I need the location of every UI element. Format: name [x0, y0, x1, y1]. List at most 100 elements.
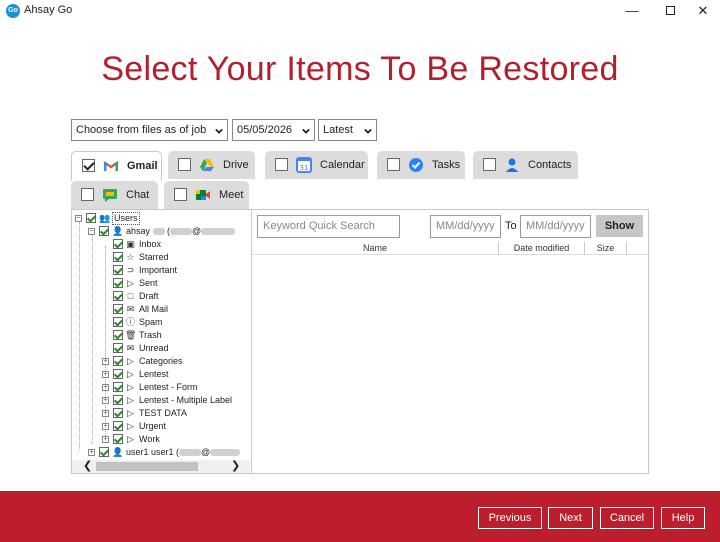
- tree-checkbox[interactable]: [113, 395, 123, 405]
- tree-label: Unread: [139, 343, 169, 353]
- tree-node-unread[interactable]: ✉ Unread: [72, 342, 251, 355]
- to-date-input[interactable]: MM/dd/yyyy: [520, 215, 591, 238]
- tab-chat-checkbox[interactable]: [81, 188, 94, 201]
- tab-chat-label: Chat: [126, 189, 150, 201]
- collapse-icon[interactable]: −: [75, 215, 82, 222]
- expand-icon[interactable]: +: [102, 410, 109, 417]
- tree-label: Lentest - Form: [139, 382, 198, 392]
- tab-tasks-checkbox[interactable]: [387, 158, 400, 171]
- tree-node-users[interactable]: − 👥 Users: [72, 212, 251, 225]
- tab-chat[interactable]: Chat: [71, 181, 158, 209]
- tree-checkbox[interactable]: [99, 226, 109, 236]
- collapse-icon[interactable]: −: [88, 228, 95, 235]
- label-icon: ▷: [127, 434, 134, 444]
- app-logo-icon: Go: [6, 4, 20, 18]
- tab-gmail[interactable]: Gmail: [71, 151, 162, 181]
- tree-label: Lentest: [139, 369, 169, 379]
- date-dropdown[interactable]: 05/05/2026: [232, 119, 315, 141]
- tree-node-inbox[interactable]: ▣ Inbox: [72, 238, 251, 251]
- previous-button[interactable]: Previous: [478, 507, 542, 529]
- expand-icon[interactable]: +: [102, 358, 109, 365]
- tab-gmail-checkbox[interactable]: [82, 159, 95, 172]
- tree-checkbox[interactable]: [113, 421, 123, 431]
- tree-checkbox[interactable]: [86, 213, 96, 223]
- tree-checkbox[interactable]: [113, 317, 123, 327]
- expand-icon[interactable]: +: [102, 384, 109, 391]
- tree-node-user[interactable]: − 👤 ahsay (@: [72, 225, 251, 238]
- tree-checkbox[interactable]: [113, 408, 123, 418]
- tree-checkbox[interactable]: [113, 330, 123, 340]
- column-header-size[interactable]: Size: [585, 242, 627, 254]
- tree-checkbox[interactable]: [113, 369, 123, 379]
- tree-checkbox[interactable]: [113, 343, 123, 353]
- tree-node-categories[interactable]: + ▷ Categories: [72, 355, 251, 368]
- tree-checkbox[interactable]: [113, 239, 123, 249]
- tree-node-work[interactable]: + ▷ Work: [72, 433, 251, 446]
- cancel-button[interactable]: Cancel: [600, 507, 654, 529]
- tree-checkbox[interactable]: [113, 291, 123, 301]
- tab-gmail-label: Gmail: [127, 160, 158, 172]
- expand-icon[interactable]: +: [102, 371, 109, 378]
- tree-checkbox[interactable]: [99, 447, 109, 457]
- tree-node-all-mail[interactable]: ✉ All Mail: [72, 303, 251, 316]
- tree-node-lentest-multiple[interactable]: + ▷ Lentest - Multiple Label: [72, 394, 251, 407]
- tab-meet[interactable]: Meet: [164, 181, 249, 209]
- tree-node-urgent[interactable]: + ▷ Urgent: [72, 420, 251, 433]
- next-button[interactable]: Next: [548, 507, 593, 529]
- scroll-thumb[interactable]: [96, 462, 198, 471]
- tree-node-spam[interactable]: ⓘ Spam: [72, 316, 251, 329]
- expand-icon[interactable]: +: [102, 423, 109, 430]
- tree-node-trash[interactable]: 🗑 Trash: [72, 329, 251, 342]
- restore-mode-dropdown[interactable]: Choose from files as of job: [71, 119, 228, 141]
- tree-checkbox[interactable]: [113, 265, 123, 275]
- show-button[interactable]: Show: [596, 215, 643, 237]
- tree-horizontal-scrollbar[interactable]: ❮ ❯: [72, 460, 250, 473]
- tab-contacts[interactable]: Contacts: [473, 151, 578, 179]
- tab-contacts-label: Contacts: [528, 159, 572, 171]
- tree-node-sent[interactable]: ▷ Sent: [72, 277, 251, 290]
- tab-meet-checkbox[interactable]: [174, 188, 187, 201]
- minimize-icon[interactable]: —: [617, 2, 647, 20]
- tab-tasks-label: Tasks: [432, 159, 461, 171]
- expand-icon[interactable]: +: [102, 397, 109, 404]
- label-icon: ▷: [127, 382, 134, 392]
- column-header-name[interactable]: Name: [252, 242, 499, 254]
- scroll-left-icon[interactable]: ❮: [83, 459, 92, 472]
- tree-node-test-data[interactable]: + ▷ TEST DATA: [72, 407, 251, 420]
- tree-checkbox[interactable]: [113, 382, 123, 392]
- tree-node-user1[interactable]: + 👤 user1 user1 (@: [72, 446, 251, 459]
- tree-node-starred[interactable]: ☆ Starred: [72, 251, 251, 264]
- tab-drive[interactable]: Drive: [168, 151, 255, 179]
- chevron-down-icon: [364, 128, 372, 134]
- tab-meet-label: Meet: [219, 189, 244, 201]
- tree-checkbox[interactable]: [113, 356, 123, 366]
- tree-checkbox[interactable]: [113, 278, 123, 288]
- keyword-search-input[interactable]: Keyword Quick Search: [257, 215, 400, 238]
- column-header-date-modified[interactable]: Date modified: [499, 242, 585, 254]
- tab-contacts-checkbox[interactable]: [483, 158, 496, 171]
- from-date-input[interactable]: MM/dd/yyyy: [430, 215, 501, 238]
- tree-node-lentest[interactable]: + ▷ Lentest: [72, 368, 251, 381]
- tab-drive-checkbox[interactable]: [178, 158, 191, 171]
- user-at: @: [201, 447, 211, 457]
- scroll-right-icon[interactable]: ❯: [231, 459, 240, 472]
- tree-node-draft[interactable]: □ Draft: [72, 290, 251, 303]
- help-button[interactable]: Help: [661, 507, 705, 529]
- maximize-icon[interactable]: [655, 2, 685, 20]
- tree-label: ahsay (@: [126, 225, 236, 238]
- tree-checkbox[interactable]: [113, 304, 123, 314]
- tab-calendar-checkbox[interactable]: [275, 158, 288, 171]
- close-icon[interactable]: ✕: [688, 2, 718, 20]
- version-dropdown[interactable]: Latest: [318, 119, 377, 141]
- expand-icon[interactable]: +: [88, 449, 95, 456]
- tree-node-lentest-form[interactable]: + ▷ Lentest - Form: [72, 381, 251, 394]
- tree-checkbox[interactable]: [113, 434, 123, 444]
- expand-icon[interactable]: +: [102, 436, 109, 443]
- redacted-text: [201, 228, 236, 236]
- tab-tasks[interactable]: Tasks: [377, 151, 465, 179]
- tree-checkbox[interactable]: [113, 252, 123, 262]
- tab-calendar[interactable]: 31 Calendar: [265, 151, 368, 179]
- folder-tree: − 👥 Users − 👤 ahsay (@ ▣ Inbox ☆ Starred: [72, 210, 252, 473]
- tree-node-important[interactable]: ⊃ Important: [72, 264, 251, 277]
- tree-label: Inbox: [139, 239, 162, 249]
